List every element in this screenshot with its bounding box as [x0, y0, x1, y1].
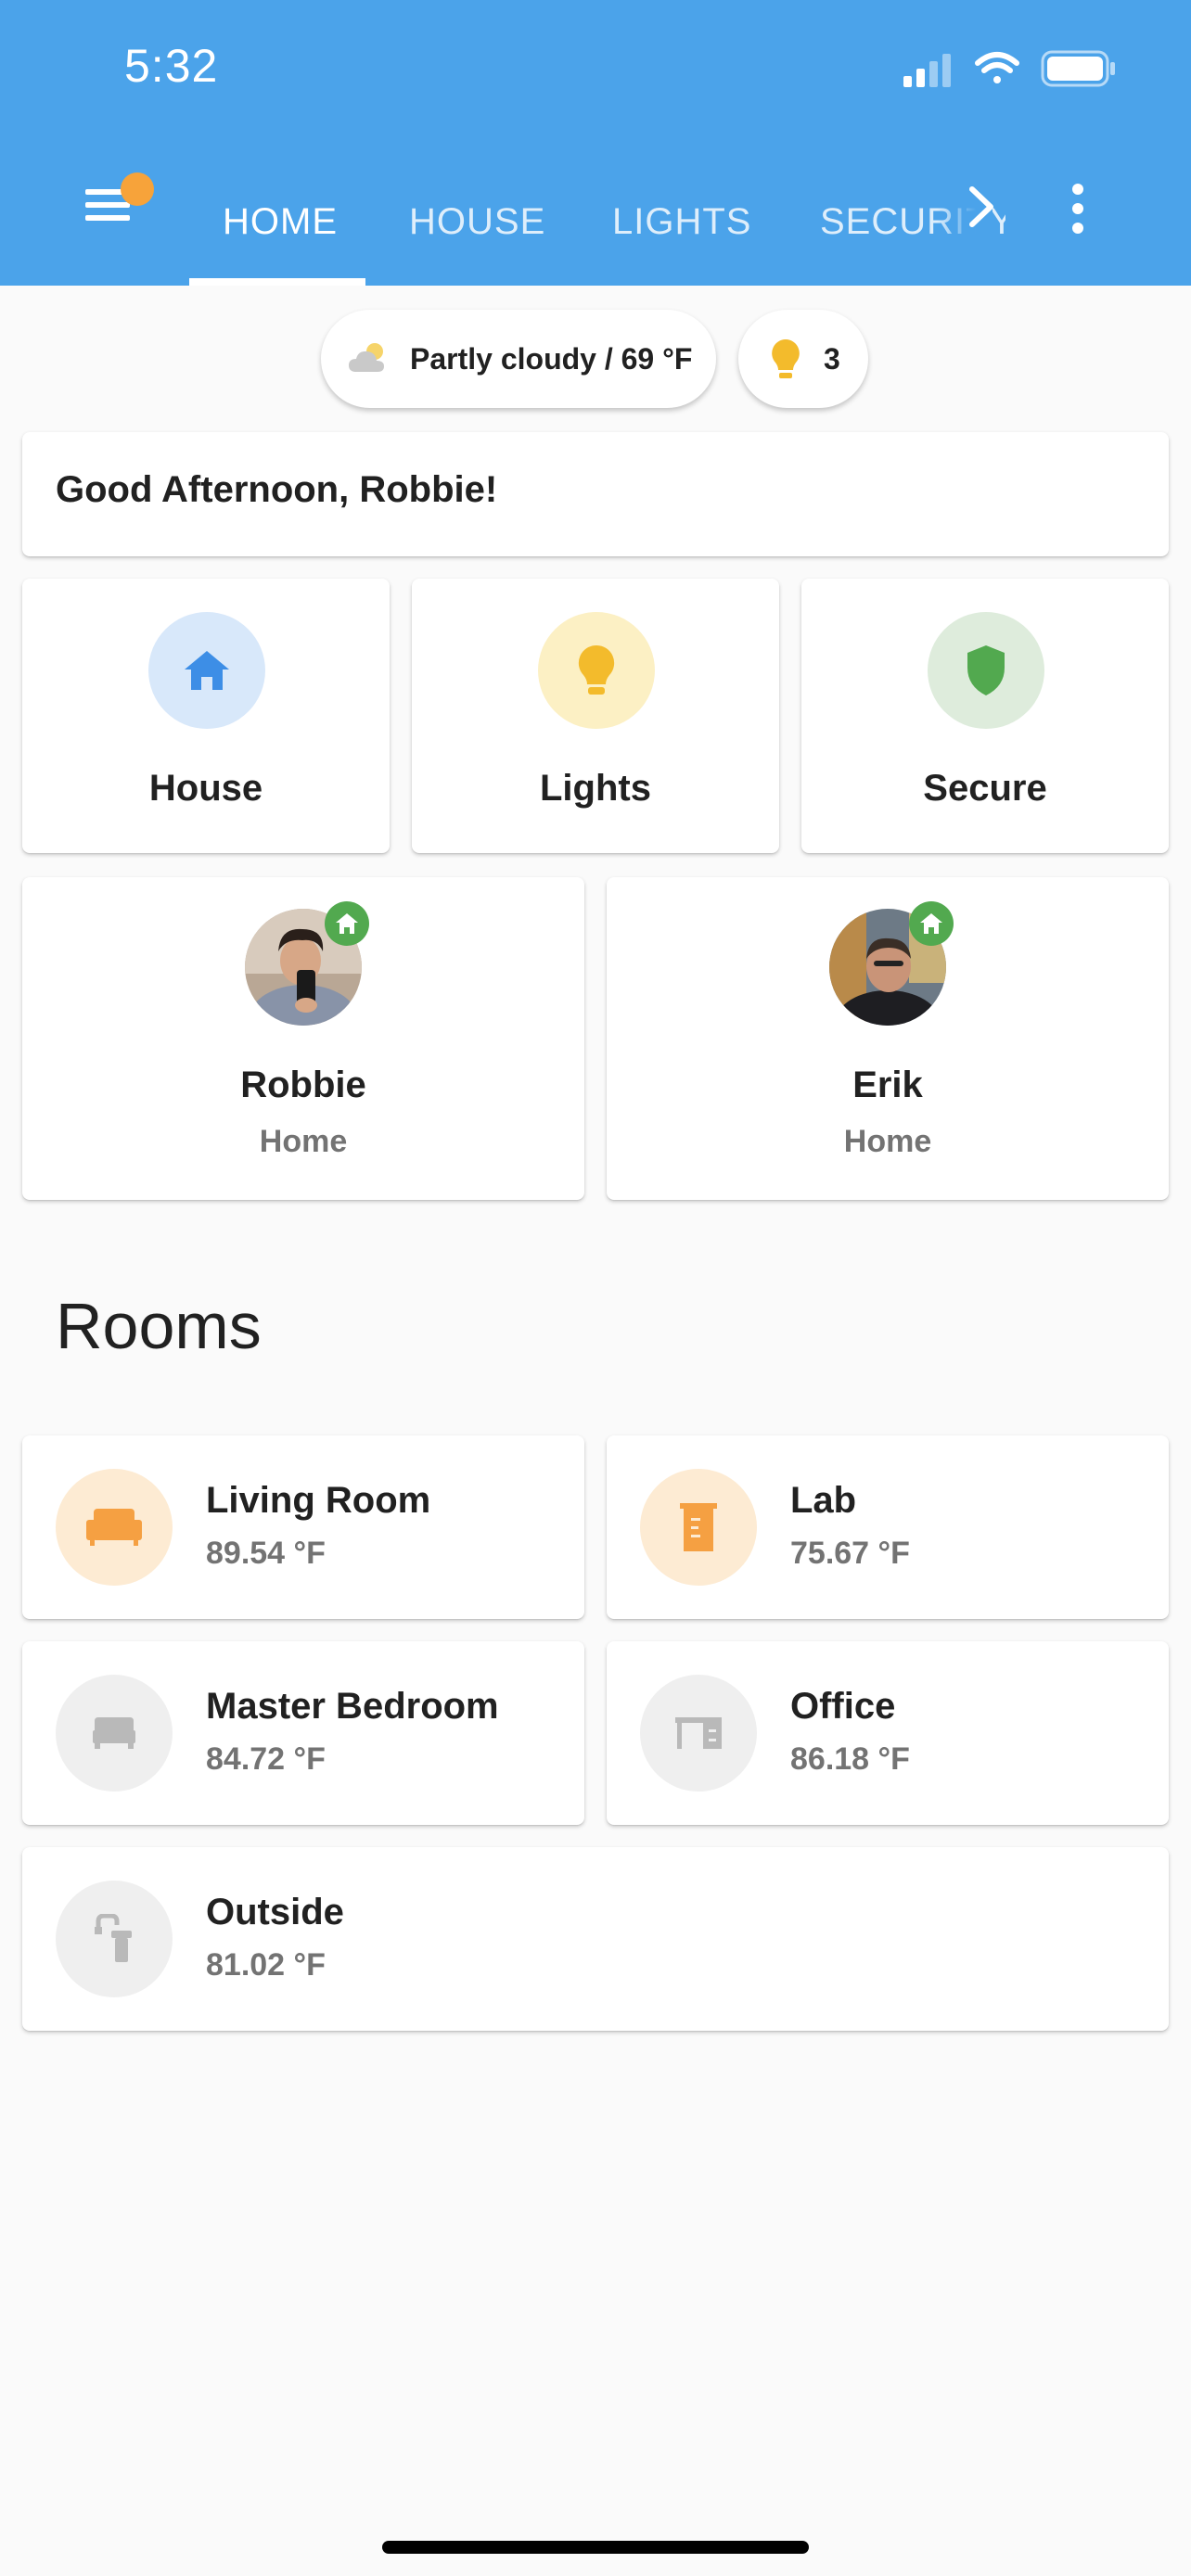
beaker-icon: [680, 1503, 717, 1551]
partly-cloudy-icon: [349, 343, 384, 372]
house-area-card[interactable]: House: [22, 579, 390, 853]
tab-home[interactable]: HOME: [223, 158, 338, 286]
outdoor-faucet-icon: [95, 1914, 132, 1962]
home-status-badge: [909, 901, 954, 946]
room-icon-circle: [640, 1675, 757, 1792]
room-card-outside[interactable]: Outside 81.02 °F: [22, 1847, 1169, 2031]
person-card-robbie[interactable]: Robbie Home: [22, 877, 584, 1200]
active-tab-indicator: [189, 278, 365, 286]
lightbulb-icon: [578, 644, 615, 695]
cellular-signal-icon: [903, 54, 951, 87]
room-temperature: 86.18 °F: [790, 1741, 910, 1777]
room-card-lab[interactable]: Lab 75.67 °F: [607, 1435, 1169, 1619]
room-name: Lab: [790, 1480, 857, 1521]
greeting-text: Good Afternoon, Robbie!: [56, 469, 498, 510]
person-status: Home: [259, 1124, 348, 1159]
rooms-section-title: Rooms: [56, 1290, 262, 1362]
lights-on-badge[interactable]: 3: [738, 310, 868, 408]
secure-area-card[interactable]: Secure: [801, 579, 1169, 853]
room-temperature: 75.67 °F: [790, 1536, 910, 1571]
app-header: 5:32 HOME HOUSE LIGHTS SECURITY: [0, 0, 1191, 286]
more-vert-icon[interactable]: [1059, 176, 1096, 241]
status-time: 5:32: [124, 40, 219, 92]
room-card-living-room[interactable]: Living Room 89.54 °F: [22, 1435, 584, 1619]
sofa-icon: [86, 1509, 142, 1546]
room-name: Master Bedroom: [206, 1686, 499, 1727]
room-icon-circle: [56, 1675, 173, 1792]
status-icons: [903, 50, 1115, 87]
weather-text: Partly cloudy / 69 °F: [410, 341, 693, 376]
home-status-badge: [325, 901, 369, 946]
room-name: Living Room: [206, 1480, 431, 1521]
lights-area-label: Lights: [540, 768, 651, 809]
person-card-erik[interactable]: Erik Home: [607, 877, 1169, 1200]
tab-lights[interactable]: LIGHTS: [612, 158, 751, 286]
room-temperature: 81.02 °F: [206, 1947, 326, 1983]
home-icon: [920, 913, 942, 934]
desk-icon: [675, 1717, 722, 1749]
house-icon-circle: [148, 612, 265, 729]
bed-icon: [93, 1717, 135, 1749]
tab-bar: HOME HOUSE LIGHTS SECURITY: [189, 158, 1005, 286]
room-name: Outside: [206, 1892, 344, 1932]
lightbulb-icon: [772, 339, 800, 378]
wifi-icon: [975, 52, 1019, 83]
tab-house[interactable]: HOUSE: [409, 158, 545, 286]
room-card-office[interactable]: Office 86.18 °F: [607, 1641, 1169, 1825]
person-status: Home: [843, 1124, 932, 1159]
home-icon: [336, 913, 358, 934]
room-card-master-bedroom[interactable]: Master Bedroom 84.72 °F: [22, 1641, 584, 1825]
chevron-right-icon[interactable]: [961, 184, 1002, 230]
battery-icon: [1041, 50, 1115, 87]
weather-badge[interactable]: Partly cloudy / 69 °F: [321, 310, 716, 408]
room-name: Office: [790, 1686, 896, 1727]
room-icon-circle: [56, 1881, 173, 1997]
lights-on-count: 3: [824, 341, 840, 376]
person-name: Erik: [852, 1065, 923, 1105]
room-icon-circle: [56, 1469, 173, 1586]
home-indicator-bar: [382, 2541, 809, 2554]
room-temperature: 84.72 °F: [206, 1741, 326, 1777]
room-icon-circle: [640, 1469, 757, 1586]
secure-area-label: Secure: [923, 768, 1047, 809]
room-temperature: 89.54 °F: [206, 1536, 326, 1571]
person-name: Robbie: [240, 1065, 366, 1105]
shield-icon: [967, 645, 1005, 695]
home-icon: [185, 651, 229, 690]
lights-area-card[interactable]: Lights: [412, 579, 779, 853]
notification-dot: [121, 172, 154, 206]
greeting-card: Good Afternoon, Robbie!: [22, 432, 1169, 556]
house-area-label: House: [148, 768, 263, 809]
secure-icon-circle: [928, 612, 1044, 729]
lights-icon-circle: [538, 612, 655, 729]
